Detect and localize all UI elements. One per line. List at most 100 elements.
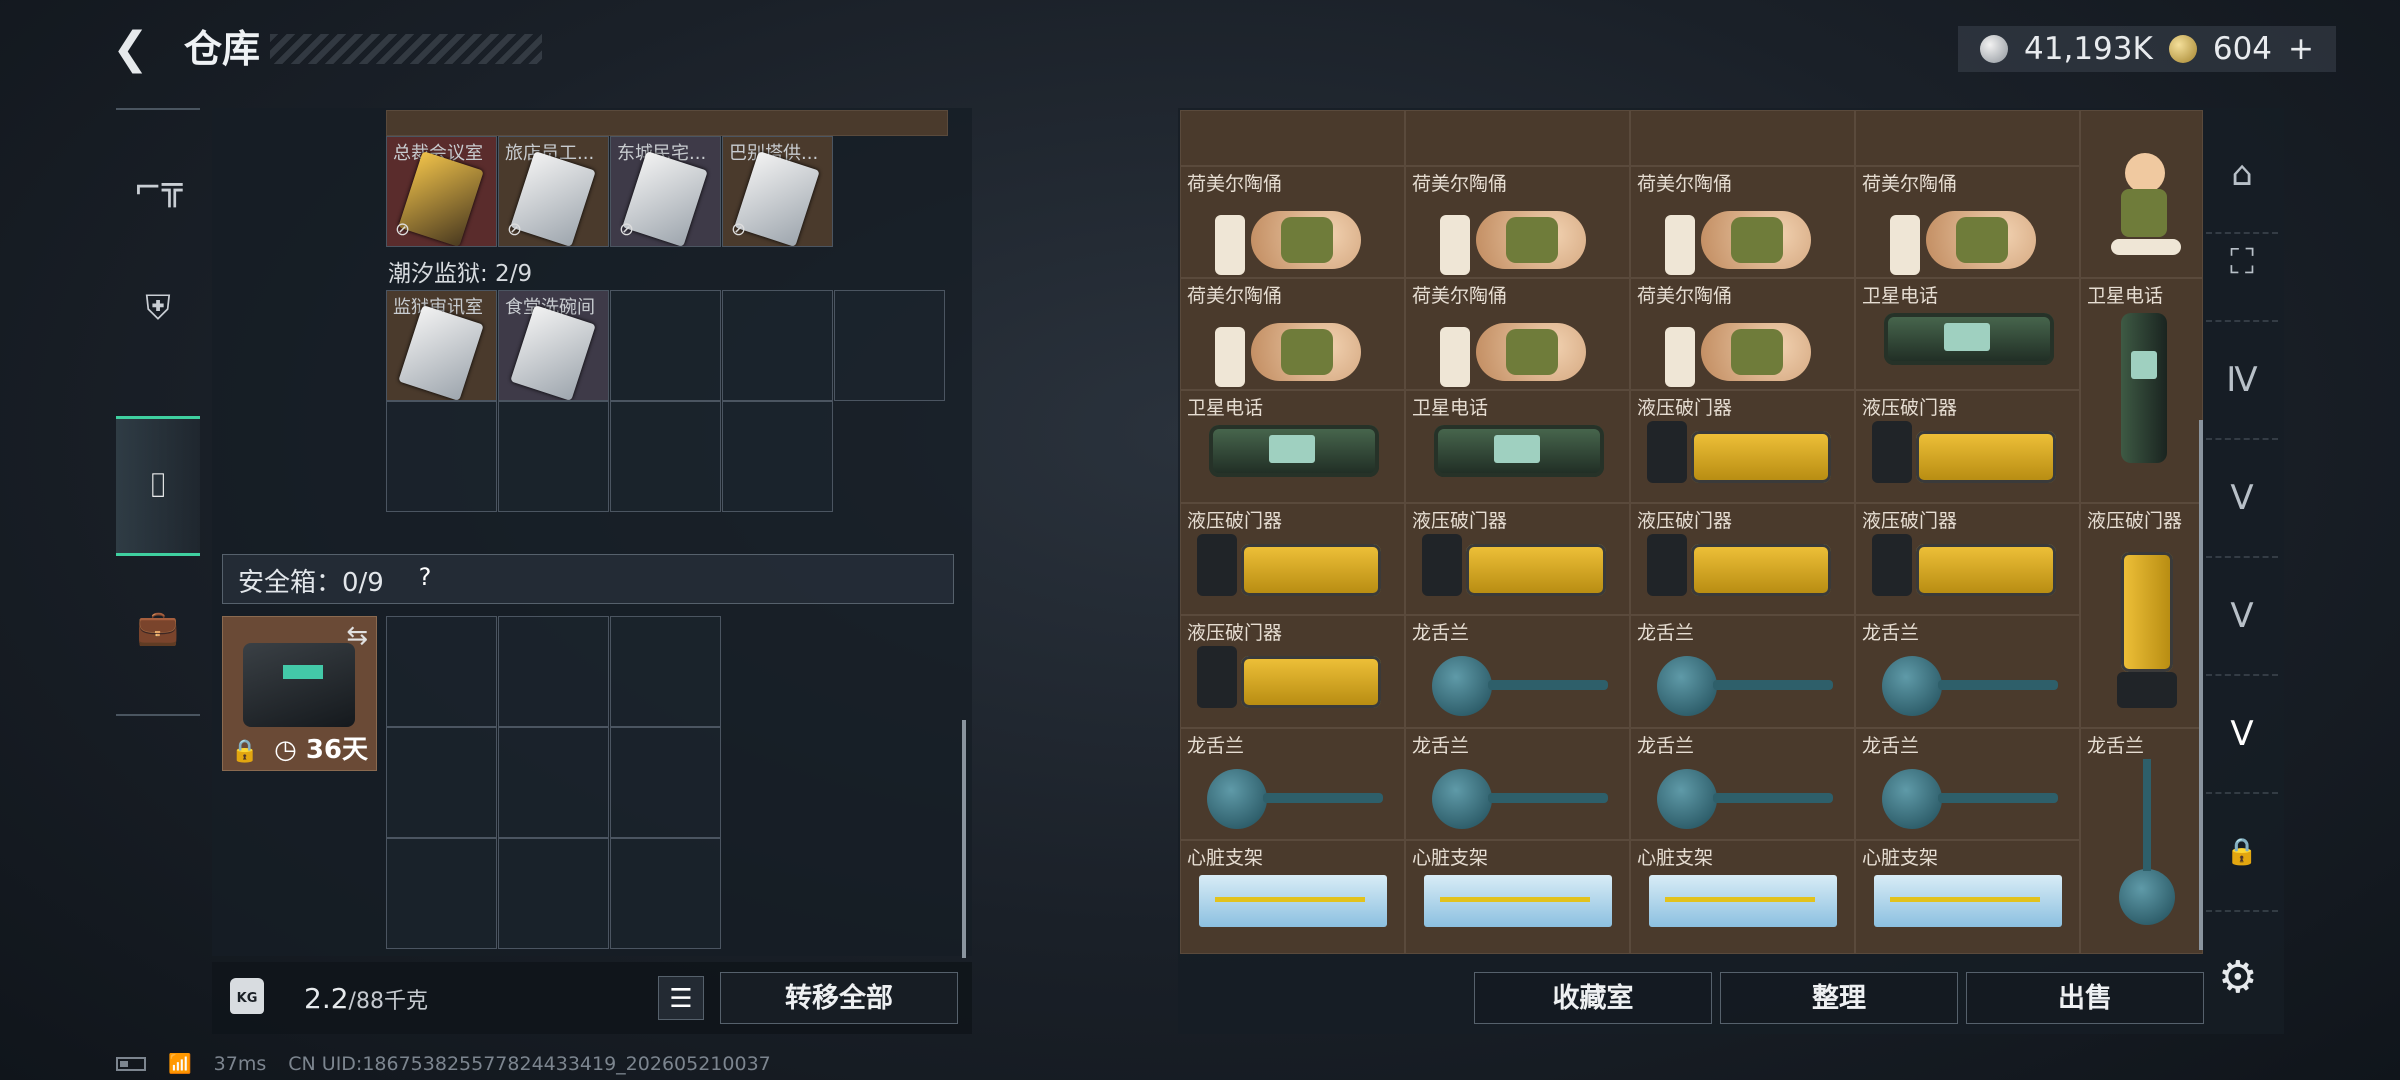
stash-item[interactable]: 心脏支架 — [1405, 840, 1630, 954]
keycard-slot[interactable]: 巴别塔供... ⊘ — [722, 136, 833, 247]
stash-tab-3[interactable]: V — [2206, 440, 2278, 558]
item-label: 液压破门器 — [2087, 510, 2183, 532]
safebox-slot[interactable] — [498, 616, 609, 727]
stash-item[interactable] — [2080, 110, 2203, 278]
stash-item[interactable]: 龙舌兰 — [1630, 728, 1855, 840]
keycard-slot[interactable]: 食堂洗碗间 — [498, 290, 609, 401]
stash-grid: 荷美尔陶俑 荷美尔陶俑 荷美尔陶俑 荷美尔陶俑 荷美尔陶俑 荷美尔陶俑 荷美尔陶… — [1180, 110, 2203, 954]
empty-slot[interactable] — [610, 401, 721, 512]
stash-item[interactable]: 荷美尔陶俑 — [1180, 166, 1405, 278]
nav-toolbox-tab[interactable]: 💼 — [116, 580, 200, 676]
stash-tab-locked[interactable]: 🔒 — [2206, 794, 2278, 912]
stash-item[interactable]: 卫星电话 — [1180, 390, 1405, 503]
stash-item[interactable]: 卫星电话 — [1855, 278, 2080, 390]
item-label: 荷美尔陶俑 — [1412, 173, 1508, 195]
safebox-slot[interactable] — [386, 727, 497, 838]
help-icon[interactable]: ? — [410, 562, 440, 592]
backpack-icon: ⌷ — [147, 466, 169, 506]
nav-backpack-tab[interactable]: ⌷ — [116, 416, 200, 556]
stash-item[interactable] — [1855, 110, 2080, 166]
stash-tab-4[interactable]: V — [2206, 558, 2278, 676]
safebox-slot[interactable] — [498, 727, 609, 838]
stash-item[interactable]: 龙舌兰 — [1855, 615, 2080, 728]
stash-item[interactable] — [1630, 110, 1855, 166]
empty-slot[interactable] — [386, 401, 497, 512]
keycard-slot[interactable]: 监狱审讯室 — [386, 290, 497, 401]
collection-room-button[interactable]: 收藏室 — [1474, 972, 1712, 1024]
currency-bar: 41,193K 604 + — [1958, 26, 2336, 72]
nav-weapons-tab[interactable]: ⌐╦ — [116, 140, 200, 236]
gold-amount: 604 — [2212, 31, 2273, 67]
item-label: 龙舌兰 — [2087, 735, 2145, 757]
stash-item[interactable]: 荷美尔陶俑 — [1180, 278, 1405, 390]
stash-item[interactable]: 龙舌兰 — [1180, 728, 1405, 840]
empty-slot[interactable] — [834, 290, 945, 401]
stash-item[interactable]: 液压破门器 — [1630, 503, 1855, 615]
safebox-slot[interactable] — [386, 616, 497, 727]
stash-item[interactable]: 液压破门器 — [1180, 615, 1405, 728]
stash-item[interactable]: 荷美尔陶俑 — [1630, 166, 1855, 278]
safebox-slot[interactable] — [610, 727, 721, 838]
battery-icon — [116, 1056, 146, 1071]
keycard-image — [622, 151, 708, 246]
stash-item[interactable]: 心脏支架 — [1630, 840, 1855, 954]
agave-image — [1432, 769, 1608, 829]
keycard-slot[interactable]: 总裁会议室 ⊘ — [386, 136, 497, 247]
stash-item[interactable]: 龙舌兰 — [1630, 615, 1855, 728]
swap-icon[interactable]: ⇆ — [346, 621, 368, 651]
stash-item[interactable]: 心脏支架 — [1855, 840, 2080, 954]
stash-item[interactable]: 荷美尔陶俑 — [1630, 278, 1855, 390]
safebox-slot[interactable] — [610, 838, 721, 949]
stash-item[interactable]: 龙舌兰 — [1405, 728, 1630, 840]
safebox-case[interactable]: ⇆ 🔒 ◷ 36天 — [222, 616, 377, 771]
left-scrollbar[interactable] — [962, 720, 966, 958]
stash-item[interactable]: 心脏支架 — [1180, 840, 1405, 954]
stash-item[interactable] — [1405, 110, 1630, 166]
list-view-button[interactable]: ☰ — [658, 976, 704, 1020]
item-label: 荷美尔陶俑 — [1187, 285, 1283, 307]
stash-tab-1[interactable]: ⛶ — [2206, 204, 2278, 322]
stash-item[interactable]: 液压破门器 — [1180, 503, 1405, 615]
home-icon: ⌂ — [2231, 154, 2253, 194]
keycard-slot[interactable]: 东城民宅... ⊘ — [610, 136, 721, 247]
sort-button[interactable]: 整理 — [1720, 972, 1958, 1024]
nav-armor-tab[interactable]: ⛨ — [116, 260, 200, 356]
empty-slot[interactable] — [498, 401, 609, 512]
empty-slot[interactable] — [722, 290, 833, 401]
transfer-all-button[interactable]: 转移全部 — [720, 972, 958, 1024]
right-scrollbar[interactable] — [2199, 420, 2203, 950]
keycard-slot[interactable]: 旅店员工... ⊘ — [498, 136, 609, 247]
stash-item[interactable]: 龙舌兰 — [1855, 728, 2080, 840]
stash-item[interactable]: 液压破门器 — [1855, 503, 2080, 615]
stash-item[interactable]: 液压破门器 — [2080, 503, 2203, 728]
stash-item[interactable]: 卫星电话 — [1405, 390, 1630, 503]
status-footer: 📶 37ms CN UID:186753825577824433419_2026… — [116, 1052, 771, 1075]
stash-item[interactable]: 液压破门器 — [1630, 390, 1855, 503]
empty-slot[interactable] — [610, 290, 721, 401]
gun-icon: ⌐╦ — [133, 168, 183, 208]
stash-item[interactable]: 卫星电话 — [2080, 278, 2203, 503]
stash-item[interactable]: 液压破门器 — [1855, 390, 2080, 503]
stash-tab-2[interactable]: Ⅳ — [2206, 322, 2278, 440]
stash-item[interactable]: 荷美尔陶俑 — [1405, 278, 1630, 390]
stash-item[interactable]: 龙舌兰 — [1405, 615, 1630, 728]
item-label: 液压破门器 — [1862, 397, 1958, 419]
sell-button[interactable]: 出售 — [1966, 972, 2204, 1024]
stash-item[interactable]: 荷美尔陶俑 — [1405, 166, 1630, 278]
stash-item[interactable]: 龙舌兰 — [2080, 728, 2203, 954]
agave-image — [1657, 769, 1833, 829]
title-decoration — [270, 34, 542, 64]
stash-tab-5-active[interactable]: V — [2206, 676, 2278, 794]
safebox-slot[interactable] — [386, 838, 497, 949]
stash-item[interactable] — [1180, 110, 1405, 166]
stash-item[interactable]: 荷美尔陶俑 — [1855, 166, 2080, 278]
safebox-slot[interactable] — [610, 616, 721, 727]
settings-icon[interactable]: ⚙ — [2218, 952, 2257, 1003]
back-icon[interactable]: ❮ — [112, 24, 162, 74]
add-currency-button[interactable]: + — [2288, 31, 2314, 67]
figurine-image — [1207, 311, 1381, 389]
hydraulic-breacher-image — [1422, 534, 1606, 596]
safebox-slot[interactable] — [498, 838, 609, 949]
stash-item[interactable]: 液压破门器 — [1405, 503, 1630, 615]
empty-slot[interactable] — [722, 401, 833, 512]
